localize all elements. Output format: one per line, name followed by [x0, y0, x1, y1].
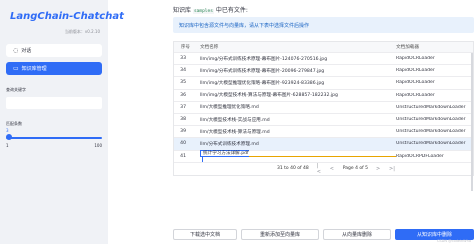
slider-thumb[interactable]: [6, 134, 12, 140]
row-doc-name[interactable]: 统计学习方法详解.pdf: [200, 150, 396, 163]
table-row[interactable]: 34 llm/img/分布式训练技术原理-幕布图片-20096-279847.jp…: [174, 65, 473, 78]
row-doc-name[interactable]: llm/img/分布式训练技术原理-幕布图片-20096-279847.jpg: [200, 68, 396, 74]
table-row[interactable]: 40 llm/分布式训练技术原理.md UnstructuredMarkdownLo…: [174, 138, 473, 151]
slider-value: 3: [6, 128, 9, 133]
row-loader: UnstructuredMarkdownLoader: [396, 141, 466, 147]
hdd-icon: ▭: [13, 65, 19, 72]
action-bar: 下载选中文档 重新添加至向量库 从向量库删除 从知识库中删除: [173, 229, 474, 240]
query-label: 查询关键字: [6, 87, 26, 92]
table-row[interactable]: 39 llm/大模型技术栈-算法与原理.md UnstructuredMarkdow…: [174, 126, 473, 139]
pagination: 31 to 40 of 48 |< < Page 4 of 5 > >|: [174, 163, 473, 175]
match-count-label: 匹配条数: [6, 121, 22, 126]
row-loader: RapidOCRLoader: [396, 92, 435, 98]
kb-header-suffix: 中已有文件:: [215, 7, 248, 14]
row-doc-name[interactable]: llm/大模型技术栈-算法与原理.md: [200, 129, 396, 135]
table-scrollbar[interactable]: [471, 53, 473, 191]
row-doc-name[interactable]: llm/img/大模型技术栈-算法与原理-幕布图片-628857-182232.…: [200, 92, 396, 98]
row-doc-name[interactable]: llm/大模型推理优化策略.md: [200, 104, 396, 110]
file-table[interactable]: 序号 文档名称 文档加载器 33 llm/img/分布式训练技术原理-幕布图片-1…: [173, 41, 474, 191]
row-index: 36: [180, 92, 186, 98]
first-page-icon[interactable]: |<: [317, 163, 322, 175]
table-row[interactable]: 37 llm/大模型推理优化策略.md UnstructuredMarkdownLo…: [174, 102, 473, 114]
row-loader: UnstructuredMarkdownLoader: [396, 104, 466, 110]
version-label: 当前版本：v0.2.10: [64, 29, 100, 34]
slider-range: 1 100: [6, 143, 102, 148]
next-page-icon[interactable]: >: [376, 166, 381, 172]
row-index: 33: [180, 56, 186, 62]
row-loader: RapidOCRPDFLoader: [396, 153, 444, 159]
chat-icon: ◌: [13, 47, 19, 54]
query-input[interactable]: [6, 97, 102, 109]
row-index: 40: [180, 141, 186, 147]
kb-header: 知识库 samples 中已有文件:: [173, 5, 248, 14]
download-button[interactable]: 下载选中文档: [173, 229, 237, 240]
row-loader: UnstructuredMarkdownLoader: [396, 129, 466, 135]
delete-from-vector-button[interactable]: 从向量库删除: [323, 229, 391, 240]
row-doc-name[interactable]: llm/img/大模型推理优化策略-幕布图片-923924-83386.jpg: [200, 80, 396, 86]
row-index: 34: [180, 68, 186, 74]
row-doc-name[interactable]: llm/分布式训练技术原理.md: [200, 141, 396, 147]
table-row[interactable]: 35 llm/img/大模型推理优化策略-幕布图片-923924-83386.jp…: [174, 77, 473, 90]
table-row[interactable]: 36 llm/img/大模型技术栈-算法与原理-幕布图片-628857-18223…: [174, 90, 473, 102]
row-doc-name[interactable]: llm/大模型技术栈-实战与应用.md: [200, 117, 396, 123]
kb-name: samples: [192, 9, 214, 14]
col-loader[interactable]: 文档加载器: [396, 44, 473, 50]
last-page-icon[interactable]: >|: [389, 166, 395, 172]
row-doc-name[interactable]: llm/img/分布式训练技术原理-幕布图片-124076-270516.jpg: [200, 56, 396, 62]
kb-header-prefix: 知识库: [173, 7, 192, 14]
row-index: 41: [180, 153, 186, 159]
table-header: 序号 文档名称 文档加载器: [174, 42, 473, 53]
logo-text: LangChain-Chatchat: [10, 10, 124, 22]
row-index: 39: [180, 129, 186, 135]
menu-item-chat[interactable]: ◌ 对话: [6, 44, 102, 57]
logo: LangChain-Chatchat: [6, 10, 124, 22]
match-count-slider[interactable]: 3: [6, 128, 102, 140]
row-loader: UnstructuredMarkdownLoader: [396, 117, 466, 123]
slider-max: 100: [94, 143, 102, 148]
re-add-vector-button[interactable]: 重新添加至向量库: [241, 229, 319, 240]
row-loader: RapidOCRLoader: [396, 80, 435, 86]
table-row[interactable]: 33 llm/img/分布式训练技术原理-幕布图片-124076-270516.j…: [174, 53, 473, 66]
info-box: 知识库中包含源文件与向量库，请从下表中选择文件后操作: [173, 17, 474, 33]
col-index[interactable]: 序号: [174, 44, 190, 50]
prev-page-icon[interactable]: <: [330, 166, 335, 172]
table-row[interactable]: 41 统计学习方法详解.pdf RapidOCRPDFLoader: [174, 150, 473, 163]
menu-item-chat-label: 对话: [21, 48, 32, 54]
page-info: Page 4 of 5: [342, 166, 369, 172]
table-row[interactable]: 38 llm/大模型技术栈-实战与应用.md UnstructuredMarkdow…: [174, 114, 473, 127]
watermark: CSDN @codeinWho: [436, 239, 471, 243]
slider-min: 1: [6, 143, 9, 148]
row-loader: RapidOCRLoader: [396, 68, 435, 74]
col-doc-name[interactable]: 文档名称: [200, 44, 396, 50]
menu-item-kb-management[interactable]: ▭ 知识库管理: [6, 62, 102, 75]
row-range: 31 to 40 of 48: [277, 166, 309, 172]
sidebar: LangChain-Chatchat 当前版本：v0.2.10 ◌ 对话 ▭ 知…: [0, 0, 124, 244]
menu-item-kb-label: 知识库管理: [21, 66, 47, 72]
row-index: 38: [180, 117, 186, 123]
row-index: 37: [180, 104, 186, 110]
main-panel: 知识库 samples 中已有文件: 知识库中包含源文件与向量库，请从下表中选择…: [108, 0, 474, 244]
row-loader: RapidOCRLoader: [396, 56, 435, 62]
row-index: 35: [180, 80, 186, 86]
